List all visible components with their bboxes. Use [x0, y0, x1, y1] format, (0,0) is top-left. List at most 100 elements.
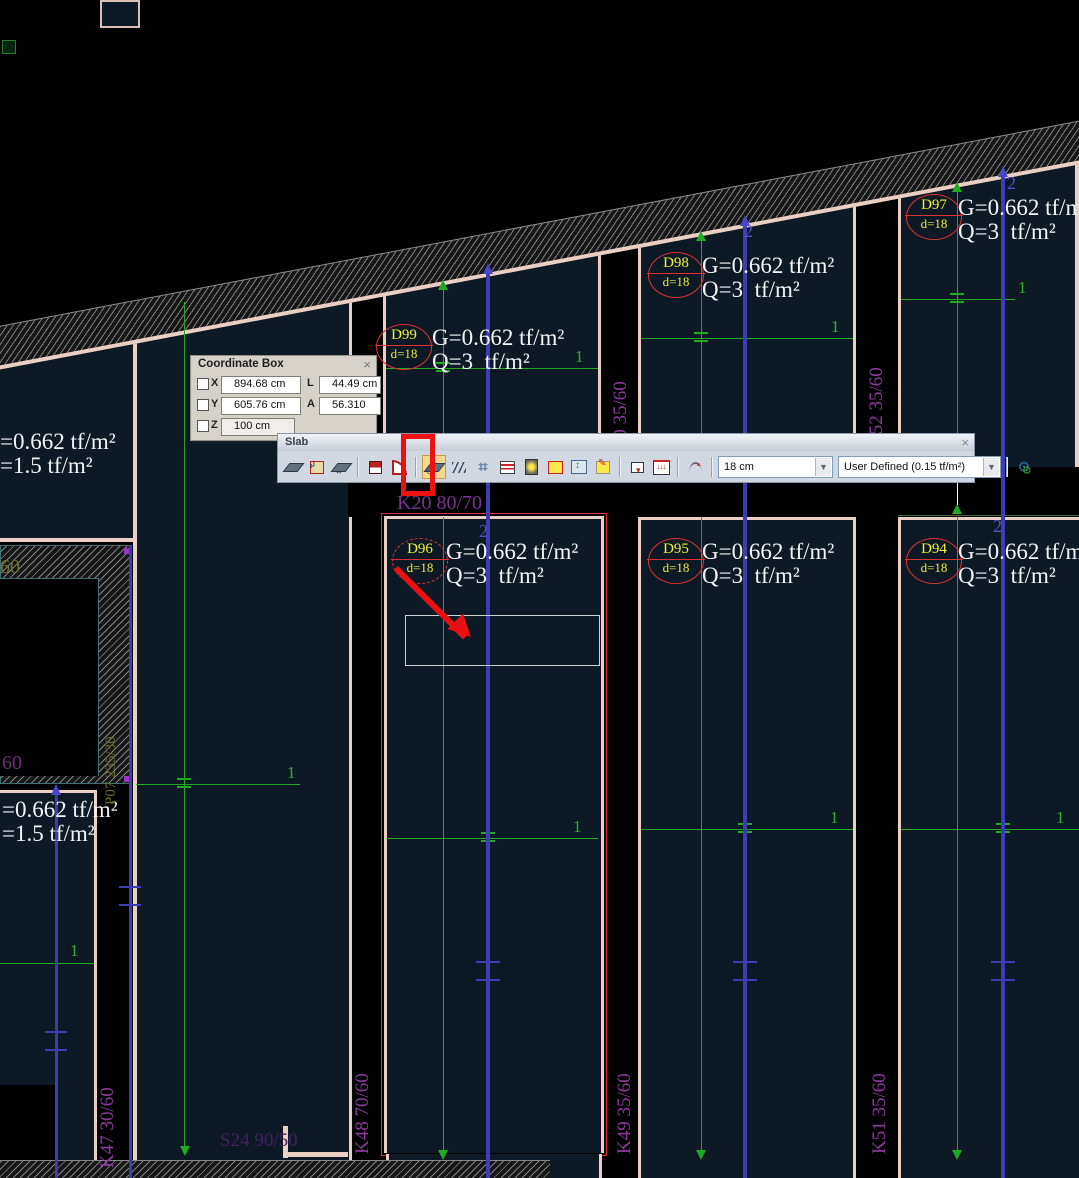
x-value-field[interactable]: 894.68 cm — [221, 376, 301, 394]
span-direction-arrow — [483, 263, 493, 274]
slab-section-icon[interactable] — [364, 456, 386, 478]
axis-line — [136, 784, 300, 785]
slab-panel-d95 — [638, 517, 856, 1178]
slab-tag-d94[interactable]: D94 d=18 — [906, 538, 962, 584]
beam-label-k49: K49 35/60 — [614, 1058, 636, 1154]
toolbar-separator — [711, 457, 713, 477]
chevron-down-icon[interactable]: ▼ — [983, 458, 999, 476]
beam-label-cut: 60 — [0, 556, 20, 579]
beam-label-k48: K48 70/60 — [352, 1058, 374, 1154]
axis-break — [950, 291, 964, 307]
slab-live-load-cut: =1.5 tf/m² — [0, 454, 93, 478]
coordinate-box-window[interactable]: Coordinate Box × X 894.68 cm L 44.49 cm … — [190, 355, 377, 441]
coordinate-row-y: Y 605.76 cm A 56.310 — [191, 396, 376, 417]
column-view-icon[interactable] — [520, 456, 542, 478]
y-lock-checkbox[interactable] — [197, 399, 209, 411]
x-lock-checkbox[interactable] — [197, 378, 209, 390]
toolbar-separator — [1006, 457, 1008, 477]
beam-label-cut: 60 — [2, 752, 22, 775]
slab-dimensions-icon[interactable]: ↔ — [330, 456, 352, 478]
span-break — [476, 961, 500, 963]
axis-number: 2 — [1007, 173, 1016, 194]
slab-tag-d98[interactable]: D98 d=18 — [648, 252, 704, 298]
y-value-field[interactable]: 605.76 cm — [221, 397, 301, 415]
a-label: A — [307, 398, 315, 410]
close-icon[interactable]: × — [363, 358, 371, 371]
span-direction-line — [55, 795, 58, 1178]
z-lock-checkbox[interactable] — [197, 420, 209, 432]
crosshair-line — [957, 481, 958, 505]
span-break — [45, 1031, 67, 1033]
slab-dead-load: G=0.662 tf/m² — [702, 540, 834, 564]
slab-node-icon[interactable]: ▾ — [626, 456, 648, 478]
toolbar-separator — [357, 457, 359, 477]
chevron-down-icon[interactable]: ▼ — [815, 458, 831, 476]
span-break — [119, 904, 141, 906]
z-label: Z — [211, 419, 218, 431]
slab-dead-load: G=0.662 tf/m² — [958, 196, 1079, 220]
slab-hatch-icon[interactable]: ⌗ — [472, 456, 494, 478]
slab-dead-load-cut: =0.662 tf/m² — [2, 798, 118, 822]
slab-thickness-value: 18 cm — [724, 461, 754, 473]
axis-number: 1 — [831, 317, 840, 337]
a-value-field[interactable]: 56.310 — [319, 397, 381, 415]
slab-live-load: Q=3 tf/m² — [702, 564, 800, 588]
axis-number: 1 — [1056, 808, 1065, 828]
draw-slab-icon[interactable] — [282, 456, 304, 478]
span-direction-line — [129, 545, 132, 1178]
slab-tag-d99[interactable]: D99 d=18 — [376, 324, 432, 370]
arc-tool-icon[interactable]: ▴ — [684, 456, 706, 478]
slab-tag-divider — [647, 559, 705, 560]
span-break — [733, 979, 757, 981]
slab-id: D97 — [907, 195, 961, 215]
axis-line — [641, 338, 853, 339]
wall-label-p07: P07 235/30 — [103, 655, 120, 805]
beam-label-k51: K51 35/60 — [869, 1058, 891, 1154]
span-arrow-down — [438, 1150, 448, 1160]
slab-id: D99 — [377, 325, 431, 345]
slab-dead-load: G=0.662 tf/m² — [432, 326, 564, 350]
slab-loads-icon[interactable]: ↓↓↓ — [650, 456, 672, 478]
span-axis-line — [184, 302, 185, 1148]
span-direction-arrow — [51, 784, 61, 795]
slab-tag-divider — [905, 559, 963, 560]
y-label: Y — [211, 398, 218, 410]
span-break — [733, 961, 757, 963]
close-icon[interactable]: × — [961, 436, 969, 449]
axis-number: 1 — [573, 817, 582, 837]
slab-thickness: d=18 — [649, 559, 703, 577]
landing-edge — [283, 1152, 348, 1157]
axis-number: 2 — [744, 221, 753, 242]
axis-break — [177, 776, 191, 792]
cad-canvas[interactable]: 1 1 1 1 1 1 1 1 2 2 2 2 D99 d=18 G=0.662… — [0, 0, 1079, 1178]
slab-thickness-dropdown[interactable]: 18 cm ▼ — [718, 456, 833, 478]
slab-table-icon[interactable]: ↕ — [568, 456, 590, 478]
x-label: X — [211, 377, 218, 389]
slab-tag-d95[interactable]: D95 d=18 — [648, 538, 704, 584]
ramp-icon[interactable] — [448, 456, 470, 478]
slab-boundary-icon[interactable] — [544, 456, 566, 478]
wall-top-edge — [0, 538, 140, 542]
span-break — [45, 1049, 67, 1051]
stairs-icon[interactable] — [496, 456, 518, 478]
l-value-field[interactable]: 44.49 cm — [319, 376, 381, 394]
slab-live-load: Q=3 tf/m² — [432, 350, 530, 374]
slab-load-dropdown[interactable]: User Defined (0.15 tf/m²) ▼ — [838, 456, 1001, 478]
top-left-marker — [2, 40, 16, 54]
slab-tag-d97[interactable]: D97 d=18 — [906, 194, 962, 240]
slab-dead-load: G=0.662 tf/m² — [446, 540, 578, 564]
axis-line — [0, 963, 94, 964]
toolbar-separator — [677, 457, 679, 477]
slab-id: D98 — [649, 253, 703, 273]
slab-toolbar-title: Slab — [278, 434, 974, 451]
slab-edit-icon[interactable]: ✎ — [592, 456, 614, 478]
span-arrow-down — [180, 1146, 190, 1156]
slab-toolbar[interactable]: Slab × ↲ ↔ ◎ ⌗ ↕ ✎ ▾ ↓↓↓ ▴ 18 cm — [277, 433, 975, 483]
slab-thickness: d=18 — [907, 559, 961, 577]
slab-live-load: Q=3 tf/m² — [958, 220, 1056, 244]
l-label: L — [307, 377, 314, 389]
slab-paste-icon[interactable]: ↲ — [306, 456, 328, 478]
settings-gear-icon[interactable]: ⚙⚙ — [1013, 456, 1035, 478]
span-direction-line — [1001, 177, 1005, 1178]
span-arrow-up — [438, 280, 448, 290]
